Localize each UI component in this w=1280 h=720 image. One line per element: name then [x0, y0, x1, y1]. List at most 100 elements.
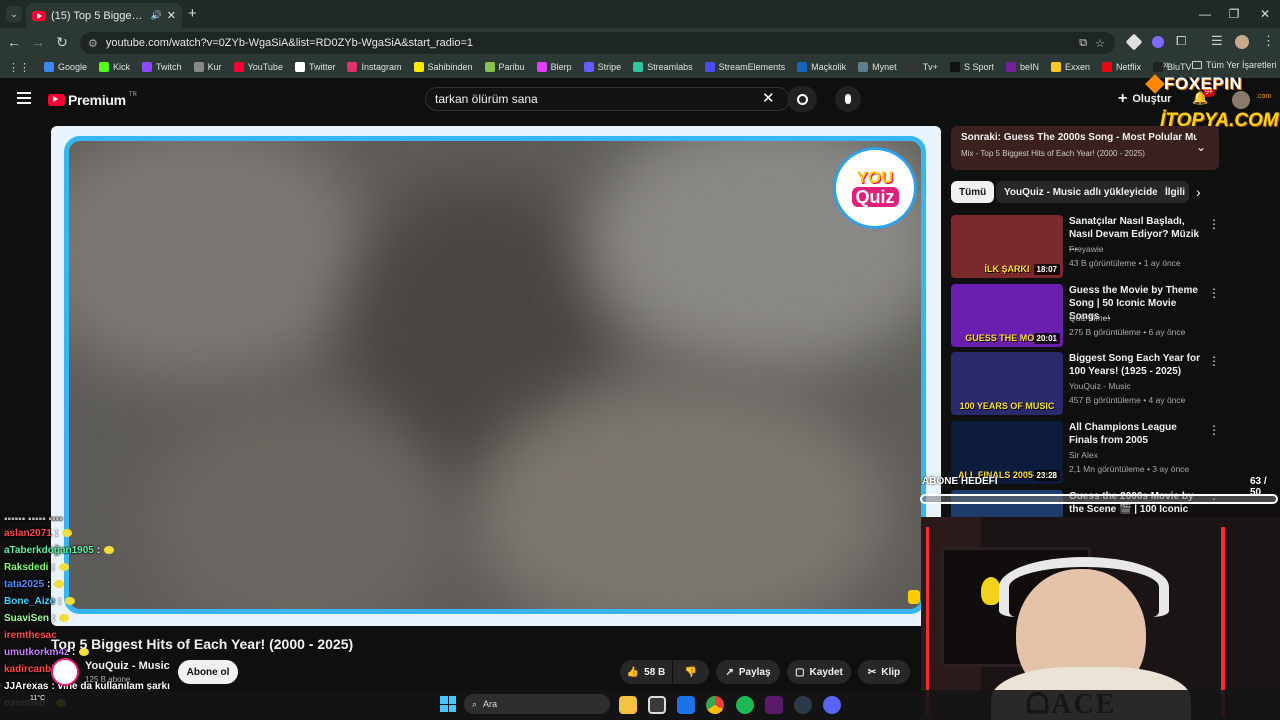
bookmark-kick[interactable]: Kick [99, 62, 130, 72]
video-thumbnail[interactable]: İLK ŞARKI 18:07 [951, 215, 1063, 278]
bookmark-mynet[interactable]: Mynet [858, 62, 897, 72]
video-title-text[interactable]: All Champions League Finals from 2005 [1069, 421, 1204, 447]
all-bookmarks-folder[interactable]: Tüm Yer İşaretleri [1192, 60, 1277, 70]
video-title-text[interactable]: Biggest Song Each Year for 100 Years! (1… [1069, 352, 1204, 378]
browser-menu-icon[interactable]: ⋮ [1262, 33, 1275, 49]
bookmark-blerp[interactable]: Blerp [536, 62, 572, 72]
recommended-video[interactable]: GUESS THE MOVIE 20:01 Guess the Movie by T… [951, 284, 1220, 347]
chat-line-partial: ▪▪▪▪▪▪ ▪▪▪▪▪ ▪▪▪▪ [4, 514, 63, 525]
minimize-button[interactable]: — [1190, 4, 1220, 24]
back-icon[interactable]: ← [4, 32, 24, 52]
close-tab-icon[interactable]: ✕ [167, 9, 176, 22]
bookmark-stripe[interactable]: Stripe [583, 62, 621, 72]
bookmark-exxen[interactable]: Exxen [1050, 62, 1090, 72]
dislike-button[interactable]: 👎 [673, 660, 709, 684]
bookmark-streamelements[interactable]: StreamElements [704, 62, 785, 72]
close-window-button[interactable]: ✕ [1250, 4, 1280, 24]
video-channel[interactable]: Quiz Time! [1069, 313, 1110, 323]
search-button[interactable] [787, 86, 817, 112]
install-app-icon[interactable]: ⧉ [1079, 37, 1087, 50]
up-next-card[interactable]: Sonraki: Guess The 2000s Song - Most Pol… [951, 126, 1219, 170]
reading-list-icon[interactable]: ☰ [1211, 33, 1223, 49]
site-info-icon[interactable]: ⚙ [88, 37, 98, 50]
youtube-logo[interactable]: Premium TR [48, 92, 137, 108]
bookmark-ma-kolik[interactable]: Maçkolik [797, 62, 846, 72]
chrome-icon[interactable] [706, 696, 724, 714]
more-actions-icon[interactable]: ⋮ [1208, 286, 1220, 300]
bookmark-blutv[interactable]: BluTV [1153, 62, 1192, 72]
mix-label: Mix - Top 5 Biggest Hits of Each Year! (… [961, 149, 1145, 158]
recommended-video[interactable]: 100 YEARS OF MUSIC Biggest Song Each Year… [951, 352, 1220, 415]
taskbar-search[interactable]: ⌕ Ara [464, 694, 610, 714]
bookmark-streamlabs[interactable]: Streamlabs [633, 62, 693, 72]
profile-avatar[interactable] [1235, 35, 1249, 49]
recommended-video[interactable]: ALL FINALS 2005-2025 23:28 All Champions L… [951, 421, 1220, 484]
chip-related[interactable]: İlgili [1157, 181, 1189, 203]
tab-list-button[interactable]: ⌄ [6, 6, 22, 22]
chip-all[interactable]: Tümü [951, 181, 995, 203]
reload-icon[interactable]: ↻ [52, 32, 72, 52]
chips-next-icon[interactable]: › [1196, 184, 1201, 200]
chip-from-uploader[interactable]: YouQuiz - Music adlı yükleyiciden [996, 181, 1172, 203]
channel-avatar[interactable] [51, 658, 79, 686]
subscribe-button[interactable]: Abone ol [178, 660, 238, 684]
bookmark-netflix[interactable]: Netflix [1102, 62, 1141, 72]
save-button[interactable]: ▢ Kaydet [787, 660, 851, 684]
extension-icon-2[interactable] [1152, 36, 1164, 48]
emote-icon [65, 597, 76, 606]
apps-grid-icon[interactable]: ⋮⋮ [8, 61, 30, 74]
video-thumbnail[interactable]: 100 YEARS OF MUSIC [951, 352, 1063, 415]
video-channel[interactable]: YouQuiz - Music [1069, 381, 1131, 391]
next-app-icon[interactable] [765, 696, 783, 714]
outlook-icon[interactable] [677, 696, 695, 714]
spotify-icon[interactable] [736, 696, 754, 714]
more-actions-icon[interactable]: ⋮ [1208, 217, 1220, 231]
voice-search-button[interactable] [835, 86, 861, 112]
address-bar[interactable]: ⚙ youtube.com/watch?v=0ZYb-WgaSiA&list=R… [80, 32, 1115, 54]
more-actions-icon[interactable]: ⋮ [1208, 354, 1220, 368]
bookmark-google[interactable]: Google [44, 62, 87, 72]
bookmark-twitter[interactable]: Twitter [294, 62, 335, 72]
guide-menu-icon[interactable] [17, 92, 31, 104]
video-channel[interactable]: Sir Alex [1069, 450, 1098, 460]
bookmark-star-icon[interactable]: ☆ [1095, 37, 1105, 50]
clear-search-icon[interactable]: ✕ [762, 89, 775, 107]
weather-widget[interactable]: 11°C [30, 695, 45, 702]
browser-tab-active[interactable]: (15) Top 5 Biggest Hits of Each Year! (2… [26, 3, 182, 28]
bookmark-sahibinden[interactable]: Sahibinden [413, 62, 473, 72]
channel-name[interactable]: YouQuiz - Music [85, 660, 170, 672]
bookmark-tv-[interactable]: Tv+ [908, 62, 938, 72]
share-button[interactable]: ↗ Paylaş [716, 660, 780, 684]
weather-temp: 11°C [30, 695, 46, 702]
extensions-puzzle-icon[interactable]: ⧠ [1176, 33, 1186, 49]
windows-start-icon[interactable] [440, 696, 456, 712]
new-tab-button[interactable]: + [188, 5, 197, 22]
plus-icon: + [1118, 90, 1128, 107]
file-explorer-icon[interactable] [619, 696, 637, 714]
bookmark-paribu[interactable]: Paribu [484, 62, 525, 72]
bookmark-instagram[interactable]: Instagram [347, 62, 402, 72]
expand-playlist-icon[interactable]: ⌄ [1196, 140, 1206, 154]
video-thumbnail[interactable]: ALL FINALS 2005-2025 23:28 [951, 421, 1063, 484]
clip-button[interactable]: ✂ Klip [858, 660, 910, 684]
bookmark-youtube[interactable]: YouTube [233, 62, 283, 72]
like-button[interactable]: 👍 58 B [620, 660, 672, 684]
video-channel[interactable]: Freyawie [1069, 244, 1103, 254]
recommended-video[interactable]: İLK ŞARKI 18:07 Sanatçılar Nasıl Başladı, … [951, 215, 1220, 278]
thumbs-up-icon: 👍 [626, 666, 640, 678]
bookmark-kur[interactable]: Kur [193, 62, 222, 72]
bookmark-s-sport[interactable]: S Sport [949, 62, 994, 72]
discord-icon[interactable] [823, 696, 841, 714]
thumbnail-text: 100 YEARS OF MUSIC [959, 401, 1055, 411]
more-actions-icon[interactable]: ⋮ [1208, 423, 1220, 437]
store-icon[interactable] [648, 696, 666, 714]
search-input[interactable]: tarkan ölürüm sana [425, 87, 790, 111]
forward-icon[interactable]: → [28, 32, 48, 52]
restore-button[interactable]: ❐ [1219, 4, 1249, 24]
bookmark-twitch[interactable]: Twitch [142, 62, 182, 72]
speaker-icon[interactable]: 🔊 [151, 10, 162, 21]
video-thumbnail[interactable]: GUESS THE MOVIE 20:01 [951, 284, 1063, 347]
bookmarks-overflow-icon[interactable]: » [1163, 59, 1169, 71]
bookmark-bein[interactable]: beIN [1005, 62, 1039, 72]
steam-icon[interactable] [794, 696, 812, 714]
